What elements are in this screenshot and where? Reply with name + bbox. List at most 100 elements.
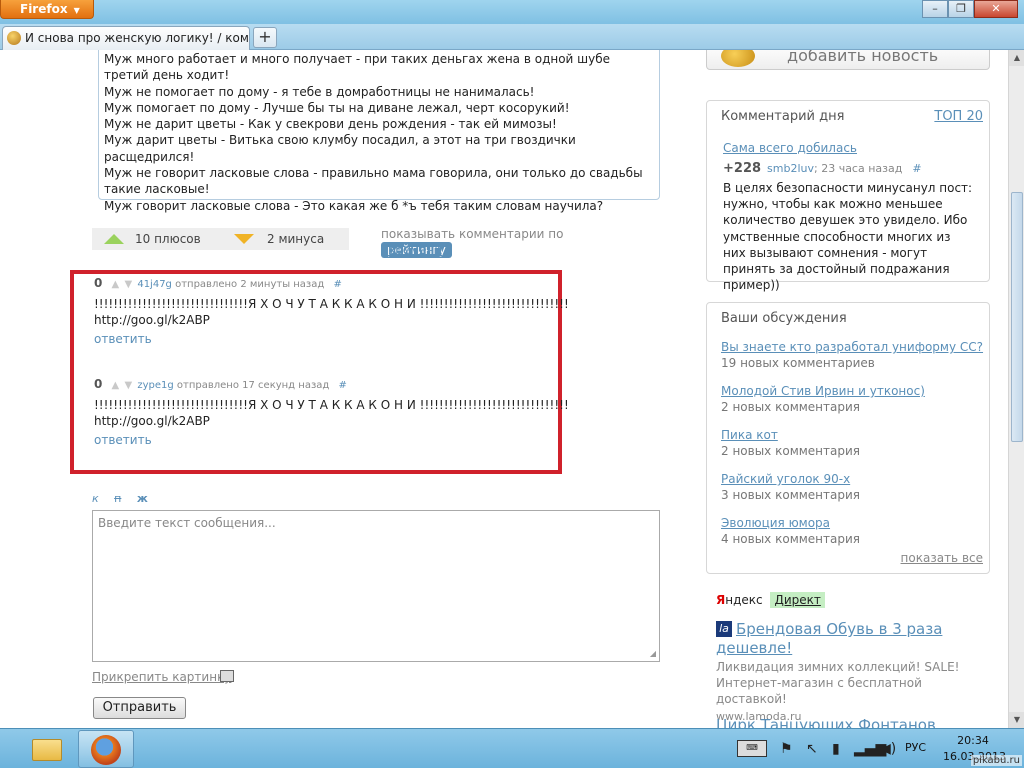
comment-author-link[interactable]: zype1g	[137, 380, 173, 391]
explorer-taskbar-button[interactable]	[20, 730, 76, 768]
discussion-count: 19 новых комментариев	[721, 356, 875, 370]
firefox-icon	[91, 735, 121, 765]
italic-button[interactable]: к	[92, 492, 99, 505]
add-news-button[interactable]: добавить новость	[706, 50, 990, 70]
lamoda-logo-icon: la	[716, 621, 732, 637]
comment-upvote-icon[interactable]: ▲	[112, 279, 120, 290]
bold-button[interactable]: ж	[137, 492, 148, 505]
post-line: Муж помогает по дому - Лучше бы ты на ди…	[104, 100, 570, 115]
panel-title: Ваши обсуждения	[721, 311, 847, 326]
windows-taskbar: ⌨ ⚑ ↖ ▮ ▂▄▆ ◀) РУС 20:34 16.03.2013 pika…	[0, 728, 1024, 768]
comment-permalink[interactable]: #	[339, 380, 347, 391]
keyboard-icon[interactable]: ⌨	[737, 740, 767, 757]
discussion-link[interactable]: Вы знаете кто разработал униформу СС?	[721, 339, 983, 355]
cod-permalink[interactable]: #	[912, 162, 921, 175]
post-line: Муж дарит цветы - Витька свою клумбу пос…	[104, 133, 576, 164]
comment-downvote-icon[interactable]: ▼	[124, 380, 132, 391]
input-language[interactable]: РУС	[905, 741, 926, 754]
clock-time: 20:34	[957, 734, 989, 747]
cod-text: В целях безопасности минусанул пост: нуж…	[723, 181, 973, 293]
battery-icon[interactable]: ▮	[832, 741, 840, 757]
comment-author-link[interactable]: 41j47g	[137, 279, 172, 290]
reply-link[interactable]: ответить	[94, 332, 152, 346]
watermark: pikabu.ru	[970, 755, 1022, 766]
comment-text: !!!!!!!!!!!!!!!!!!!!!!!!!!!!!!!!Я Х О Ч …	[94, 398, 569, 412]
comment-rating: 0	[94, 377, 103, 391]
cursor-icon[interactable]: ↖	[806, 741, 818, 757]
vertical-scrollbar[interactable]: ▲ ▼	[1008, 50, 1024, 728]
top20-link[interactable]: ТОП 20	[934, 109, 983, 124]
attach-image-link[interactable]: Прикрепить картинку	[92, 670, 231, 684]
resize-grip-icon[interactable]: ◢	[650, 649, 656, 658]
discussion-link[interactable]: Райский уголок 90-х	[721, 471, 860, 487]
volume-icon[interactable]: ◀)	[880, 741, 896, 757]
scrollbar-thumb[interactable]	[1011, 192, 1023, 442]
pluses-count: 10 плюсов	[135, 232, 201, 246]
page-content: Муж много работает и много получает - пр…	[0, 50, 1008, 728]
direct-link[interactable]: Директ	[770, 592, 825, 608]
comment-rating: 0	[94, 276, 103, 290]
cod-meta: +228 smb2luv; 23 часа назад #	[723, 161, 922, 176]
ad-title-link[interactable]: Брендовая Обувь в 3 раза дешевле!	[716, 620, 942, 657]
restore-button[interactable]: ❐	[948, 0, 974, 18]
discussion-link[interactable]: Молодой Стив Ирвин и утконос)	[721, 383, 925, 399]
firefox-menu-button[interactable]: Firefox ▼	[0, 0, 94, 19]
discussion-count: 2 новых комментария	[721, 400, 861, 414]
sort-label: показывать комментарии по	[381, 227, 564, 241]
browser-tab-active[interactable]: И снова про женскую логику! / комме...	[2, 26, 250, 50]
flag-icon[interactable]: ⚑	[780, 741, 793, 757]
discussion-link[interactable]: Эволюция юмора	[721, 515, 860, 531]
submit-button[interactable]: Отправить	[93, 697, 186, 719]
sort-by-time-link[interactable]: времени	[388, 242, 442, 258]
post-vote-bar: 10 плюсов 2 минуса	[92, 228, 349, 250]
comment-meta: 0 ▲ ▼ 41j47g отправлено 2 минуты назад #	[94, 276, 342, 292]
post-line: Муж говорит ласковые слова - Это какая ж…	[104, 198, 604, 213]
discussion-link[interactable]: Пика кот	[721, 427, 860, 443]
close-window-button[interactable]: ✕	[974, 0, 1018, 18]
firefox-taskbar-button[interactable]	[78, 730, 134, 768]
new-tab-button[interactable]: +	[253, 27, 277, 48]
post-text-block: Муж много работает и много получает - пр…	[98, 50, 660, 213]
post-line: Муж не говорит ласковые слова - правильн…	[104, 166, 643, 197]
image-icon[interactable]	[220, 670, 234, 682]
yandex-logo-rest[interactable]: ндекс	[725, 593, 762, 607]
scroll-up-arrow-icon[interactable]: ▲	[1009, 50, 1024, 66]
comment-sort: показывать комментарии по рейтингу време…	[381, 226, 631, 258]
window-controls: – ❐ ✕	[922, 0, 1018, 18]
yandex-logo-ya[interactable]: Я	[716, 593, 725, 607]
yandex-direct-header: Яндекс Директ	[716, 592, 825, 608]
downvote-arrow-icon[interactable]	[234, 234, 254, 244]
comment-text: !!!!!!!!!!!!!!!!!!!!!!!!!!!!!!!!Я Х О Ч …	[94, 297, 569, 311]
comment-textarea[interactable]: Введите текст сообщения... ◢	[92, 510, 660, 662]
comment-time: отправлено 17 секунд назад	[176, 380, 330, 391]
discussion-item: Эволюция юмора 4 новых комментария	[721, 515, 860, 547]
cod-post-link[interactable]: Сама всего добилась	[723, 141, 857, 155]
window-titlebar: Firefox ▼ – ❐ ✕	[0, 0, 1024, 24]
site-favicon-icon	[7, 31, 21, 45]
ad-description: Ликвидация зимних коллекций! SALE! Интер…	[716, 660, 960, 706]
panel-title: Комментарий дня	[721, 109, 845, 124]
upvote-arrow-icon[interactable]	[104, 234, 124, 244]
discussion-count: 4 новых комментария	[721, 532, 861, 546]
textarea-placeholder: Введите текст сообщения...	[98, 516, 276, 530]
minimize-button[interactable]: –	[922, 0, 948, 18]
comment-upvote-icon[interactable]: ▲	[112, 380, 120, 391]
post-line: Муж много работает и много получает - пр…	[104, 52, 611, 83]
post-line: Муж не помогает по дому - я тебе в домра…	[104, 84, 535, 99]
reply-link[interactable]: ответить	[94, 433, 152, 447]
strike-button[interactable]: п	[114, 492, 121, 505]
discussion-item: Молодой Стив Ирвин и утконос) 2 новых ко…	[721, 383, 925, 415]
ad-title-link[interactable]: Цирк Танцующих Фонтанов	[716, 716, 936, 728]
post-line: Муж не дарит цветы - Как у свекрови день…	[104, 117, 557, 132]
comment-downvote-icon[interactable]: ▼	[124, 279, 132, 290]
discussion-count: 3 новых комментария	[721, 488, 861, 502]
scroll-down-arrow-icon[interactable]: ▼	[1009, 712, 1024, 728]
show-all-link[interactable]: показать все	[901, 551, 983, 565]
folder-icon	[32, 739, 62, 761]
comment-permalink[interactable]: #	[333, 279, 341, 290]
firefox-menu-label: Firefox	[20, 2, 68, 16]
discussion-item: Пика кот 2 новых комментария	[721, 427, 860, 459]
cod-author-link[interactable]: smb2luv	[767, 162, 814, 175]
cod-time: ; 23 часа назад	[814, 162, 903, 175]
comment-body: !!!!!!!!!!!!!!!!!!!!!!!!!!!!!!!!Я Х О Ч …	[94, 296, 569, 328]
